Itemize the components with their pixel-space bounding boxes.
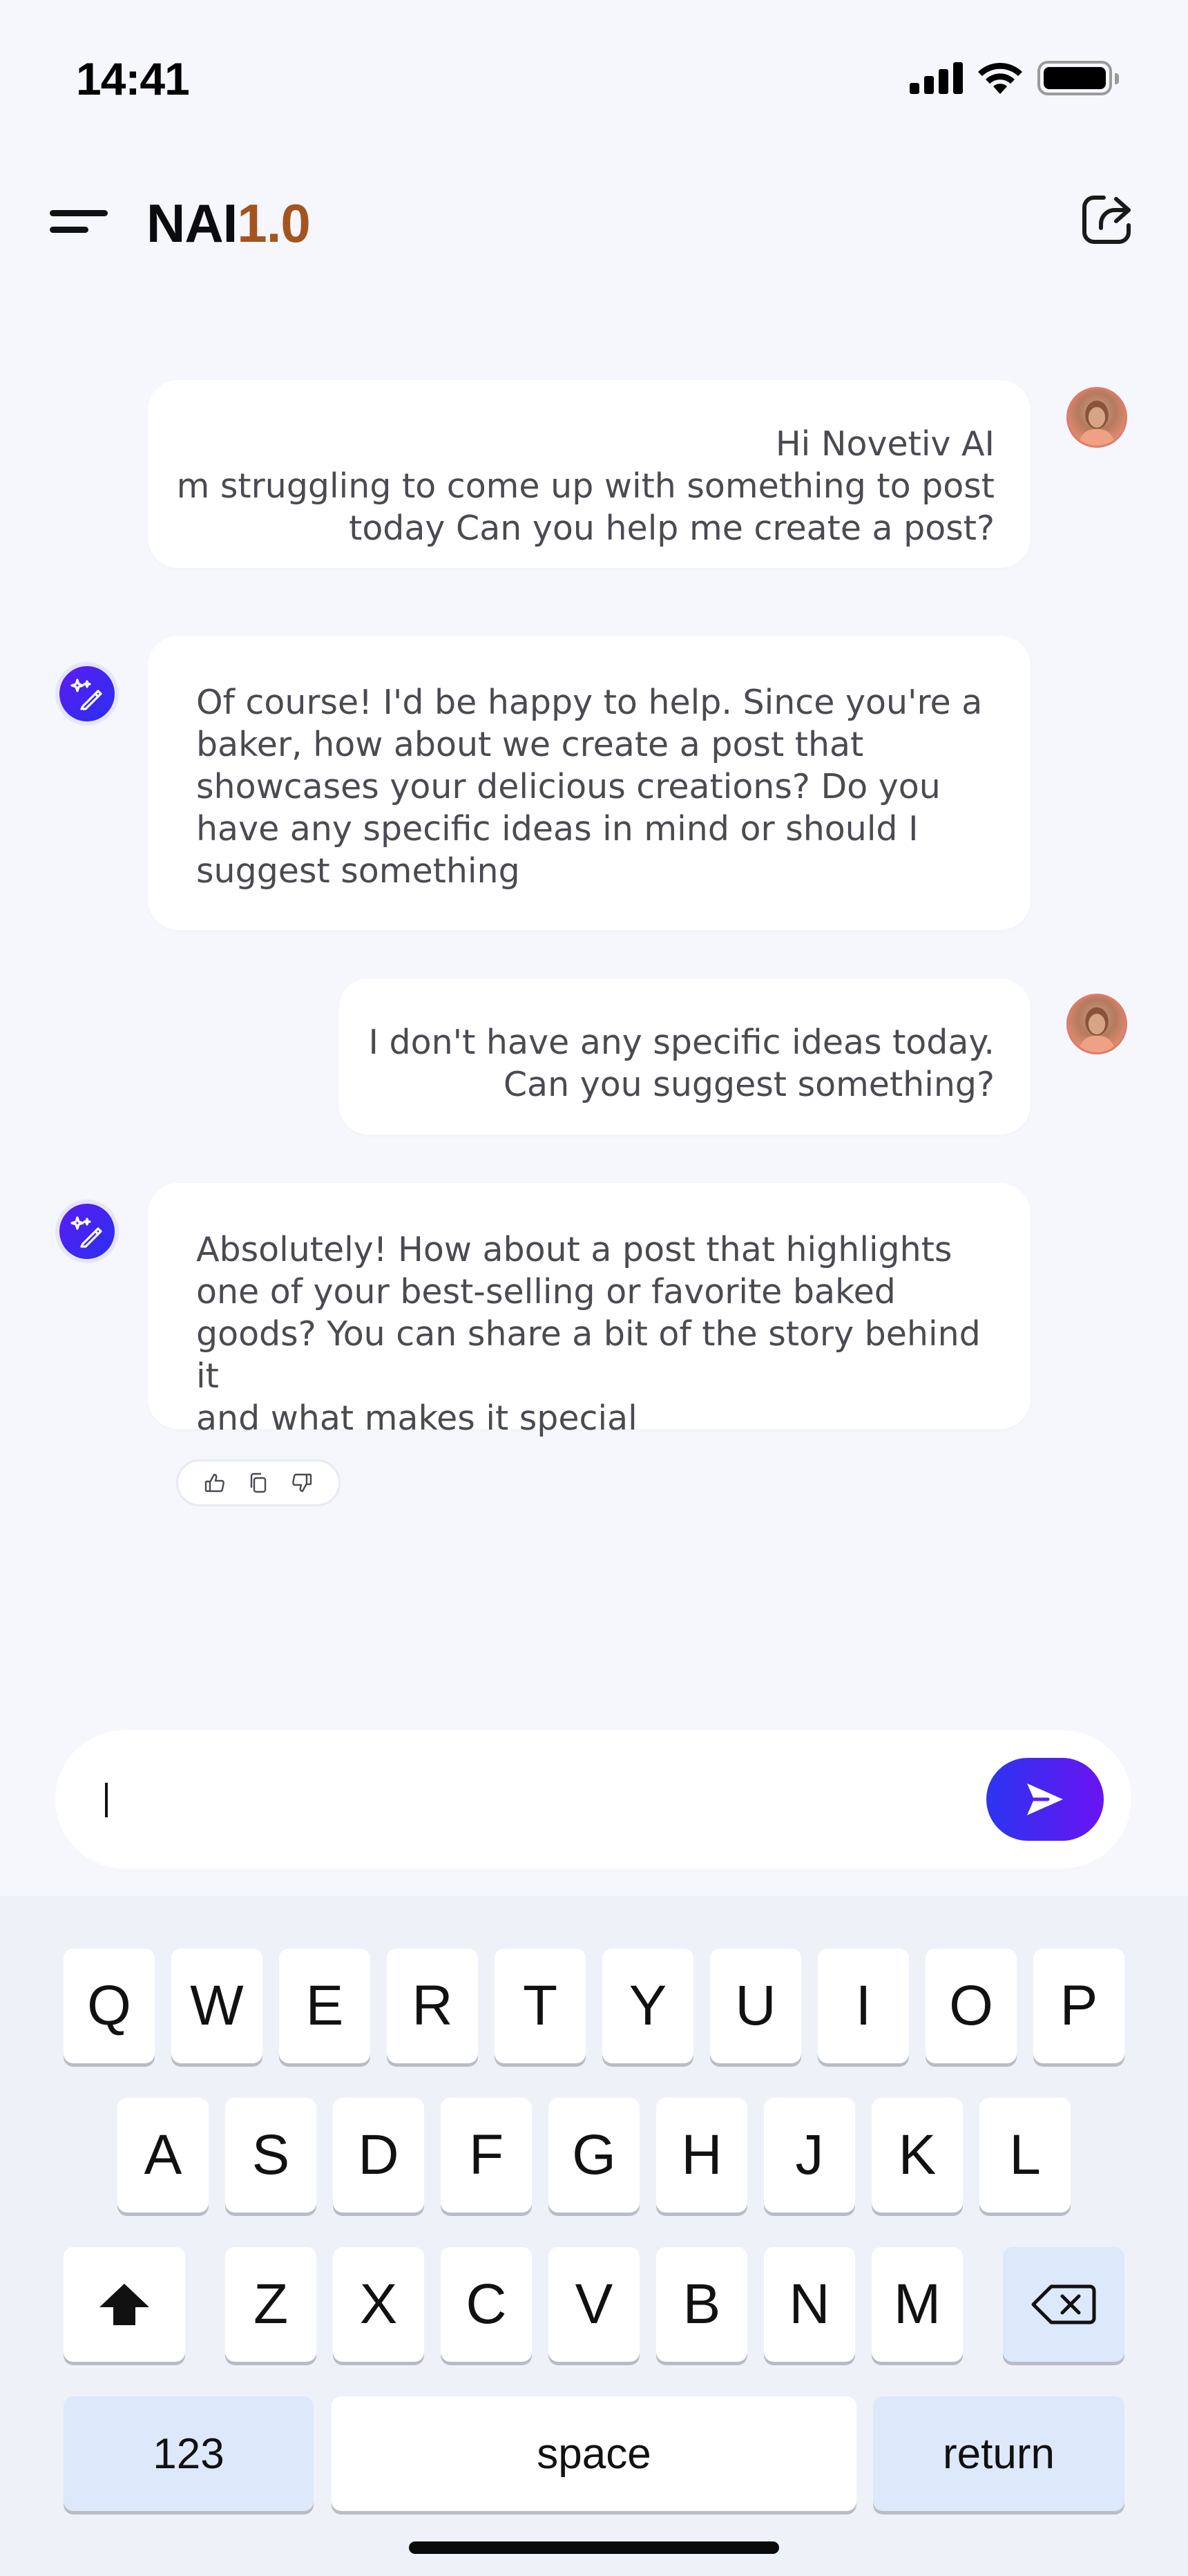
key-v[interactable]: V xyxy=(548,2247,640,2362)
message-text: Hi Novetiv AI m struggling to come up wi… xyxy=(176,424,995,548)
user-message-bubble: Hi Novetiv AI m struggling to come up wi… xyxy=(148,380,1031,568)
copy-icon[interactable] xyxy=(247,1471,270,1495)
battery-icon xyxy=(1037,61,1119,95)
thumbs-up-icon[interactable] xyxy=(203,1471,227,1495)
key-r[interactable]: R xyxy=(387,1949,478,2063)
key-n[interactable]: N xyxy=(764,2247,855,2362)
user-avatar xyxy=(1066,387,1127,448)
message-text: Of course! I'd be happy to help. Since y… xyxy=(196,683,983,891)
app-title: NAI1.0 xyxy=(146,192,311,255)
magic-wand-icon xyxy=(70,1216,102,1248)
key-t[interactable]: T xyxy=(495,1949,586,2063)
brand-name: NAI xyxy=(146,193,238,254)
message-text: Absolutely! How about a post that highli… xyxy=(196,1230,981,1438)
key-l[interactable]: L xyxy=(979,2098,1071,2213)
status-bar: 14:41 xyxy=(0,0,1188,152)
key-o[interactable]: O xyxy=(926,1949,1017,2063)
key-s[interactable]: S xyxy=(225,2098,316,2213)
message-feedback-bar xyxy=(176,1459,341,1506)
send-icon xyxy=(1027,1783,1063,1815)
key-d[interactable]: D xyxy=(333,2098,424,2213)
app-header: NAI1.0 xyxy=(0,166,1188,276)
message-text: I don't have any specific ideas today. C… xyxy=(368,1023,995,1104)
hamburger-menu-icon[interactable] xyxy=(50,205,108,238)
key-q[interactable]: Q xyxy=(64,1949,155,2063)
magic-wand-icon xyxy=(70,679,102,710)
key-m[interactable]: M xyxy=(872,2247,963,2362)
key-w[interactable]: W xyxy=(171,1949,262,2063)
key-e[interactable]: E xyxy=(279,1949,370,2063)
on-screen-keyboard: Q W E R T Y U I O P A S D F G H J K L Z … xyxy=(0,1896,1188,2576)
key-y[interactable]: Y xyxy=(602,1949,693,2063)
key-a[interactable]: A xyxy=(117,2098,209,2213)
brand-version: 1.0 xyxy=(237,193,310,254)
key-g[interactable]: G xyxy=(548,2098,640,2213)
shift-key[interactable] xyxy=(64,2247,185,2362)
ai-message-bubble: Of course! I'd be happy to help. Since y… xyxy=(148,636,1031,930)
ai-avatar xyxy=(55,1200,119,1263)
key-p[interactable]: P xyxy=(1033,1949,1124,2063)
key-h[interactable]: H xyxy=(656,2098,747,2213)
status-time: 14:41 xyxy=(76,53,190,104)
key-j[interactable]: J xyxy=(764,2098,855,2213)
delete-key[interactable] xyxy=(1003,2247,1124,2362)
cellular-signal-icon xyxy=(910,62,963,94)
key-x[interactable]: X xyxy=(333,2247,424,2362)
text-cursor xyxy=(105,1783,108,1817)
key-b[interactable]: B xyxy=(656,2247,747,2362)
user-message-bubble: I don't have any specific ideas today. C… xyxy=(338,978,1031,1135)
chat-thread: Hi Novetiv AI m struggling to come up wi… xyxy=(0,373,1188,1548)
thumbs-down-icon[interactable] xyxy=(290,1471,314,1495)
ai-avatar xyxy=(55,662,119,726)
ai-message-bubble: Absolutely! How about a post that highli… xyxy=(148,1183,1031,1438)
status-icons xyxy=(910,61,1119,95)
home-indicator[interactable] xyxy=(409,2541,779,2554)
return-key[interactable]: return xyxy=(873,2396,1124,2511)
key-i[interactable]: I xyxy=(818,1949,909,2063)
message-input[interactable] xyxy=(117,1765,946,1834)
share-icon[interactable] xyxy=(1077,191,1136,249)
key-k[interactable]: K xyxy=(872,2098,963,2213)
space-key[interactable]: space xyxy=(332,2396,856,2511)
user-avatar xyxy=(1066,994,1127,1054)
key-c[interactable]: C xyxy=(441,2247,532,2362)
key-f[interactable]: F xyxy=(441,2098,532,2213)
message-composer xyxy=(55,1730,1131,1868)
backspace-icon xyxy=(1031,2284,1096,2324)
key-u[interactable]: U xyxy=(710,1949,801,2063)
numbers-key[interactable]: 123 xyxy=(64,2396,314,2511)
shift-icon xyxy=(99,2284,149,2325)
send-button[interactable] xyxy=(986,1758,1104,1841)
key-z[interactable]: Z xyxy=(225,2247,316,2362)
wifi-icon xyxy=(978,63,1022,94)
